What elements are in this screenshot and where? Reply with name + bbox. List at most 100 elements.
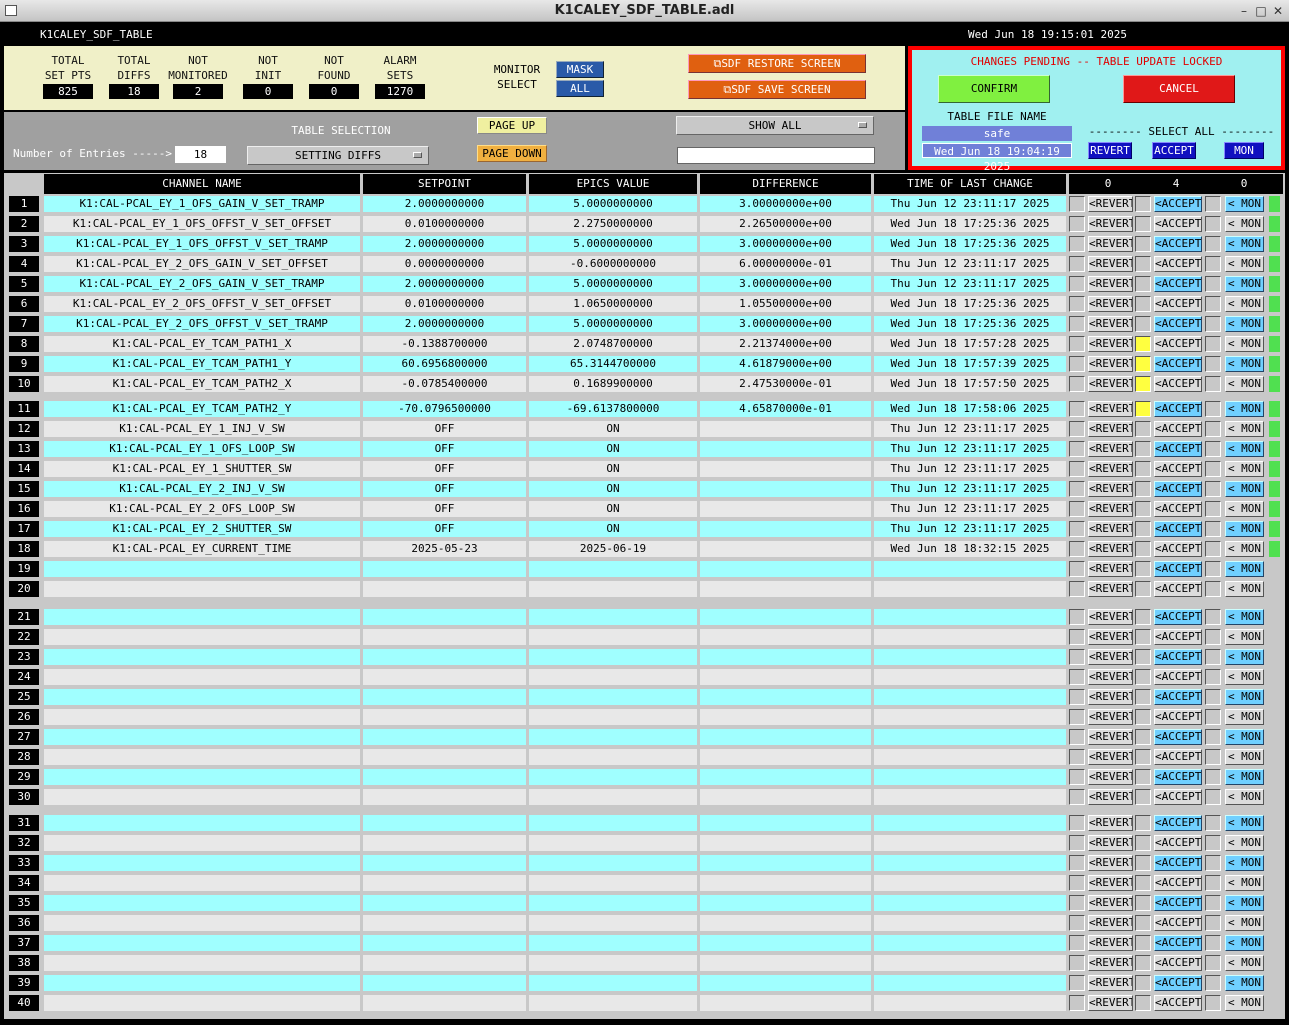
accept-button[interactable]: <ACCEPT [1154, 915, 1202, 931]
revert-button[interactable]: <REVERT [1088, 541, 1133, 557]
accept-button[interactable]: <ACCEPT [1154, 975, 1202, 991]
revert-checkbox[interactable] [1069, 481, 1085, 497]
revert-button[interactable]: <REVERT [1088, 835, 1133, 851]
accept-checkbox[interactable] [1135, 689, 1151, 705]
accept-button[interactable]: <ACCEPT [1154, 955, 1202, 971]
mon-button[interactable]: < MON [1225, 835, 1264, 851]
mon-button[interactable]: < MON [1225, 789, 1264, 805]
accept-button[interactable]: <ACCEPT [1154, 501, 1202, 517]
accept-checkbox[interactable] [1135, 815, 1151, 831]
accept-button[interactable]: <ACCEPT [1154, 561, 1202, 577]
revert-button[interactable]: <REVERT [1088, 669, 1133, 685]
accept-checkbox[interactable] [1135, 336, 1151, 352]
mon-checkbox[interactable] [1205, 481, 1221, 497]
accept-checkbox[interactable] [1135, 709, 1151, 725]
mon-checkbox[interactable] [1205, 789, 1221, 805]
revert-checkbox[interactable] [1069, 649, 1085, 665]
accept-checkbox[interactable] [1135, 421, 1151, 437]
revert-button[interactable]: <REVERT [1088, 316, 1133, 332]
mon-checkbox[interactable] [1205, 521, 1221, 537]
revert-button[interactable]: <REVERT [1088, 995, 1133, 1011]
revert-checkbox[interactable] [1069, 609, 1085, 625]
revert-button[interactable]: <REVERT [1088, 401, 1133, 417]
mon-button[interactable]: < MON [1225, 629, 1264, 645]
page-down-button[interactable]: PAGE DOWN [477, 145, 547, 162]
mon-checkbox[interactable] [1205, 196, 1221, 212]
mon-button[interactable]: < MON [1225, 855, 1264, 871]
revert-checkbox[interactable] [1069, 401, 1085, 417]
revert-checkbox[interactable] [1069, 895, 1085, 911]
accept-button[interactable]: <ACCEPT [1154, 669, 1202, 685]
revert-button[interactable]: <REVERT [1088, 709, 1133, 725]
mon-checkbox[interactable] [1205, 276, 1221, 292]
revert-button[interactable]: <REVERT [1088, 975, 1133, 991]
revert-button[interactable]: <REVERT [1088, 789, 1133, 805]
accept-checkbox[interactable] [1135, 609, 1151, 625]
mon-button[interactable]: < MON [1225, 709, 1264, 725]
accept-checkbox[interactable] [1135, 356, 1151, 372]
accept-checkbox[interactable] [1135, 376, 1151, 392]
mon-button[interactable]: < MON [1225, 815, 1264, 831]
accept-checkbox[interactable] [1135, 975, 1151, 991]
mon-button[interactable]: < MON [1225, 401, 1264, 417]
mon-button[interactable]: < MON [1225, 376, 1264, 392]
mon-checkbox[interactable] [1205, 501, 1221, 517]
accept-checkbox[interactable] [1135, 501, 1151, 517]
revert-checkbox[interactable] [1069, 236, 1085, 252]
revert-button[interactable]: <REVERT [1088, 955, 1133, 971]
mon-checkbox[interactable] [1205, 316, 1221, 332]
mon-button[interactable]: < MON [1225, 995, 1264, 1011]
accept-button[interactable]: <ACCEPT [1154, 401, 1202, 417]
revert-checkbox[interactable] [1069, 855, 1085, 871]
accept-button[interactable]: <ACCEPT [1154, 581, 1202, 597]
accept-checkbox[interactable] [1135, 236, 1151, 252]
accept-checkbox[interactable] [1135, 581, 1151, 597]
accept-checkbox[interactable] [1135, 729, 1151, 745]
revert-checkbox[interactable] [1069, 501, 1085, 517]
mon-button[interactable]: < MON [1225, 935, 1264, 951]
revert-button[interactable]: <REVERT [1088, 296, 1133, 312]
accept-checkbox[interactable] [1135, 256, 1151, 272]
mon-checkbox[interactable] [1205, 995, 1221, 1011]
mon-button[interactable]: < MON [1225, 336, 1264, 352]
revert-button[interactable]: <REVERT [1088, 461, 1133, 477]
revert-checkbox[interactable] [1069, 669, 1085, 685]
mon-button[interactable]: < MON [1225, 441, 1264, 457]
mon-checkbox[interactable] [1205, 669, 1221, 685]
accept-button[interactable]: <ACCEPT [1154, 216, 1202, 232]
mon-checkbox[interactable] [1205, 461, 1221, 477]
mon-button[interactable]: < MON [1225, 669, 1264, 685]
accept-button[interactable]: <ACCEPT [1154, 875, 1202, 891]
mon-button[interactable]: < MON [1225, 609, 1264, 625]
accept-checkbox[interactable] [1135, 629, 1151, 645]
revert-button[interactable]: <REVERT [1088, 441, 1133, 457]
accept-button[interactable]: <ACCEPT [1154, 376, 1202, 392]
page-up-button[interactable]: PAGE UP [477, 117, 547, 134]
revert-button[interactable]: <REVERT [1088, 256, 1133, 272]
accept-button[interactable]: <ACCEPT [1154, 815, 1202, 831]
accept-button[interactable]: <ACCEPT [1154, 729, 1202, 745]
mon-checkbox[interactable] [1205, 749, 1221, 765]
revert-checkbox[interactable] [1069, 376, 1085, 392]
mon-checkbox[interactable] [1205, 421, 1221, 437]
revert-checkbox[interactable] [1069, 835, 1085, 851]
mon-button[interactable]: < MON [1225, 875, 1264, 891]
accept-checkbox[interactable] [1135, 216, 1151, 232]
revert-checkbox[interactable] [1069, 216, 1085, 232]
mon-checkbox[interactable] [1205, 729, 1221, 745]
revert-all-button[interactable]: REVERT [1088, 142, 1132, 159]
revert-button[interactable]: <REVERT [1088, 216, 1133, 232]
accept-checkbox[interactable] [1135, 481, 1151, 497]
mon-checkbox[interactable] [1205, 401, 1221, 417]
accept-button[interactable]: <ACCEPT [1154, 256, 1202, 272]
accept-button[interactable]: <ACCEPT [1154, 356, 1202, 372]
revert-button[interactable]: <REVERT [1088, 689, 1133, 705]
revert-button[interactable]: <REVERT [1088, 196, 1133, 212]
mon-button[interactable]: < MON [1225, 501, 1264, 517]
accept-button[interactable]: <ACCEPT [1154, 481, 1202, 497]
mon-checkbox[interactable] [1205, 336, 1221, 352]
mon-checkbox[interactable] [1205, 895, 1221, 911]
revert-button[interactable]: <REVERT [1088, 421, 1133, 437]
accept-button[interactable]: <ACCEPT [1154, 276, 1202, 292]
accept-button[interactable]: <ACCEPT [1154, 789, 1202, 805]
